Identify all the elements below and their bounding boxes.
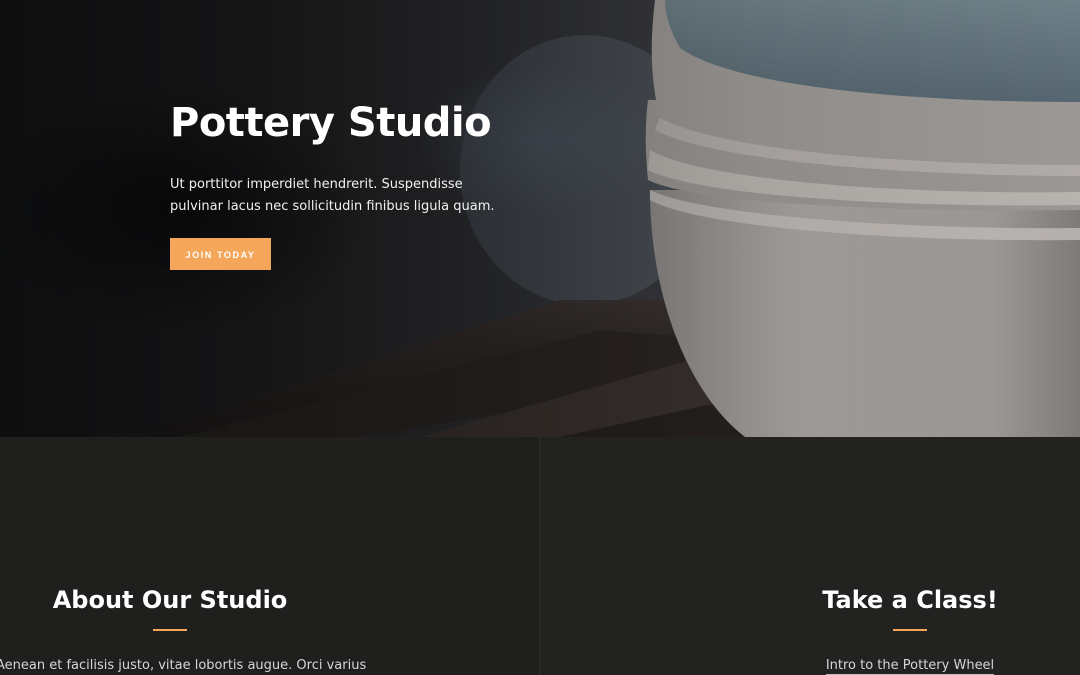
about-section: About Our Studio Aenean et facilisis jus… bbox=[0, 437, 539, 675]
intro-pottery-wheel-link[interactable]: Intro to the Pottery Wheel bbox=[760, 656, 1060, 675]
class-heading: Take a Class! bbox=[822, 586, 998, 614]
about-text: Aenean et facilisis justo, vitae loborti… bbox=[0, 658, 367, 673]
class-accent-divider bbox=[893, 629, 927, 631]
hero-content: Pottery Studio Ut porttitor imperdiet he… bbox=[170, 96, 530, 270]
hero-description: Ut porttitor imperdiet hendrerit. Suspen… bbox=[170, 177, 495, 214]
hero-title: Pottery Studio bbox=[170, 100, 492, 146]
class-section: Take a Class! Intro to the Pottery Wheel bbox=[540, 437, 1080, 675]
page: Pottery Studio Ut porttitor imperdiet he… bbox=[0, 0, 1080, 675]
hero-section: Pottery Studio Ut porttitor imperdiet he… bbox=[0, 0, 1080, 437]
hero-overlay bbox=[0, 0, 1080, 437]
about-accent-divider bbox=[153, 629, 187, 631]
about-heading: About Our Studio bbox=[52, 586, 288, 614]
class-link-label: Intro to the Pottery Wheel bbox=[825, 658, 995, 675]
join-today-button[interactable]: JOIN TODAY bbox=[170, 238, 271, 270]
